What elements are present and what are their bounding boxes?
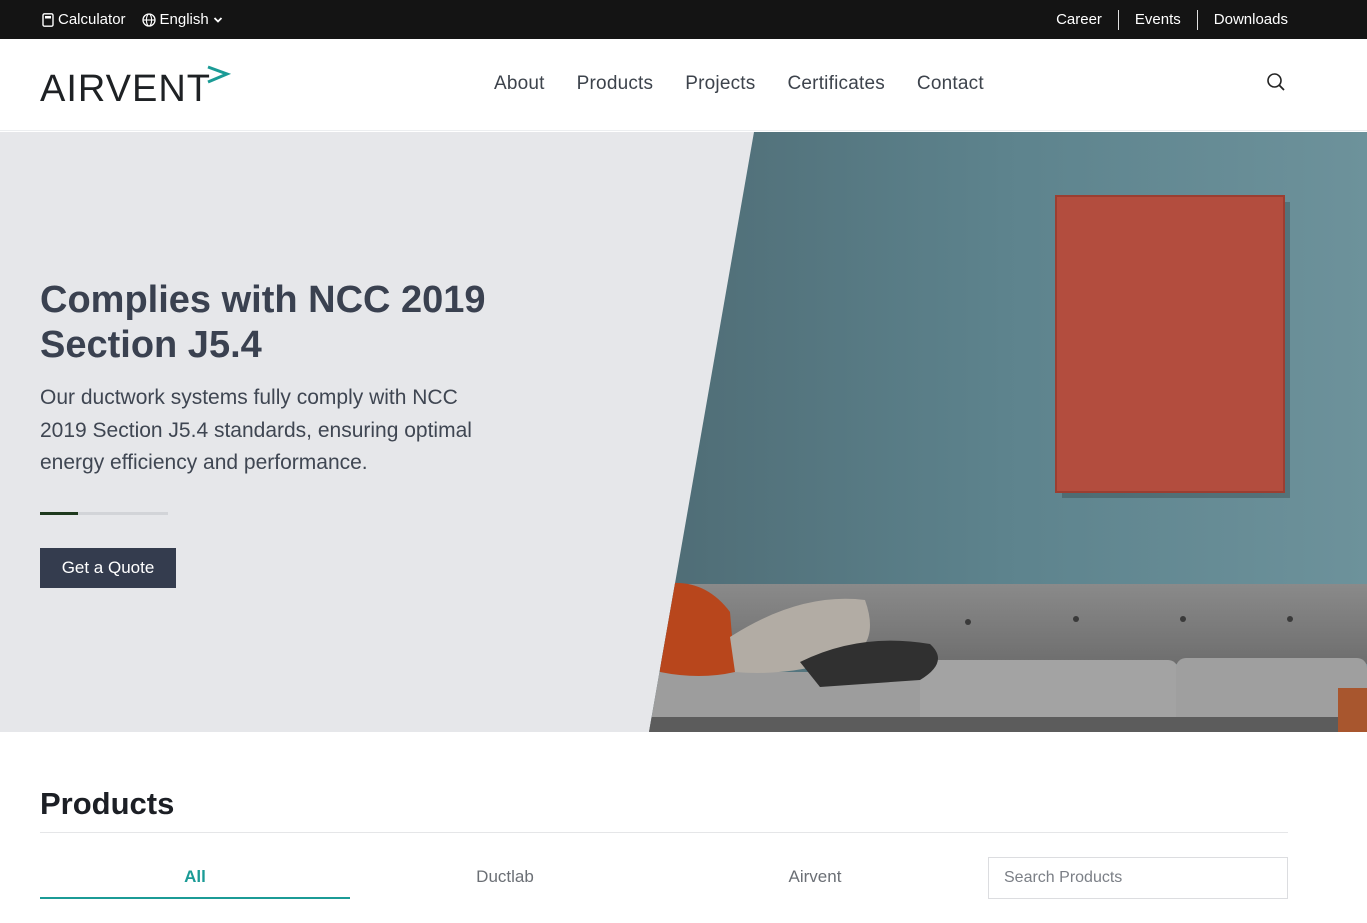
nav-certificates[interactable]: Certificates — [787, 73, 884, 95]
main-nav: About Products Projects Certificates Con… — [494, 73, 984, 95]
tab-ductlab[interactable]: Ductlab — [350, 857, 660, 899]
language-label: English — [159, 11, 209, 28]
tab-airvent[interactable]: Airvent — [660, 857, 970, 899]
hero-banner: Complies with NCC 2019 Section J5.4 Our … — [0, 132, 1367, 732]
nav-projects[interactable]: Projects — [685, 73, 755, 95]
career-link[interactable]: Career — [1040, 10, 1118, 30]
calculator-label: Calculator — [58, 11, 126, 28]
nav-contact[interactable]: Contact — [917, 73, 984, 95]
chevron-down-icon — [213, 16, 223, 24]
product-tabs: All Ductlab Airvent — [40, 857, 972, 899]
downloads-link[interactable]: Downloads — [1196, 9, 1288, 30]
search-icon[interactable] — [1266, 72, 1286, 92]
language-selector[interactable]: English — [141, 11, 223, 28]
calculator-link[interactable]: Calculator — [42, 11, 126, 28]
globe-icon — [141, 12, 156, 27]
section-divider — [40, 832, 1288, 833]
nav-products[interactable]: Products — [577, 73, 654, 95]
search-products-input[interactable] — [988, 857, 1288, 899]
products-section-title: Products — [40, 786, 175, 821]
airvent-logo[interactable]: AIRVENT — [40, 63, 232, 107]
hero-title: Complies with NCC 2019 Section J5.4 — [40, 279, 486, 366]
events-link[interactable]: Events — [1117, 9, 1197, 30]
get-a-quote-button[interactable]: Get a Quote — [40, 548, 176, 588]
slide-progress-fill — [40, 512, 79, 515]
hero-description: Our ductwork systems fully comply with N… — [40, 386, 472, 474]
logo-text: AIRVENT — [40, 68, 211, 107]
top-bar: Calculator English Career Events Downloa… — [0, 0, 1367, 39]
site-header: AIRVENT About Products Projects Certific… — [0, 39, 1367, 131]
top-bar-left: Calculator English — [42, 0, 223, 39]
tab-all[interactable]: All — [40, 857, 350, 899]
top-bar-links: Career Events Downloads — [1040, 0, 1288, 39]
slide-progress-bar — [40, 512, 168, 515]
nav-about[interactable]: About — [494, 73, 545, 95]
calculator-icon — [42, 12, 54, 27]
